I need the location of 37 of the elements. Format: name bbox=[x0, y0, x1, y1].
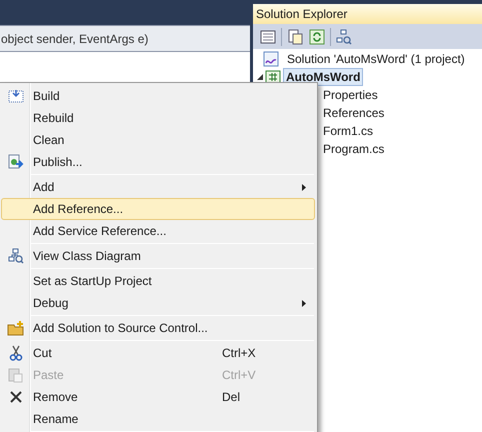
tree-item[interactable]: Program.cs bbox=[320, 140, 388, 158]
class-diagram-icon bbox=[8, 248, 24, 264]
tree-item[interactable]: AutoMsWord bbox=[283, 68, 364, 86]
menu-item[interactable]: Publish... bbox=[1, 151, 315, 173]
solution-icon bbox=[263, 51, 279, 67]
menu-item[interactable]: Cut Ctrl+X bbox=[1, 342, 315, 364]
submenu-arrow-icon bbox=[302, 300, 306, 306]
menu-item[interactable]: Add Solution to Source Control... bbox=[1, 317, 315, 339]
csharp-project-icon bbox=[265, 69, 281, 85]
menu-item[interactable]: Build bbox=[1, 85, 315, 107]
submenu-arrow-icon bbox=[302, 184, 306, 190]
menu-item[interactable]: Add Service Reference... bbox=[1, 220, 315, 242]
tree-item[interactable]: Form1.cs bbox=[320, 122, 376, 140]
refresh-icon[interactable] bbox=[308, 28, 326, 46]
publish-icon bbox=[8, 154, 24, 170]
menu-item[interactable]: Set as StartUp Project bbox=[1, 270, 315, 292]
delete-icon bbox=[9, 390, 23, 404]
class-diagram-icon[interactable] bbox=[335, 28, 353, 46]
menu-item[interactable]: Add bbox=[1, 176, 315, 198]
show-all-files-icon[interactable] bbox=[286, 28, 304, 46]
properties-icon[interactable] bbox=[259, 28, 277, 46]
tree-item[interactable]: Solution 'AutoMsWord' (1 project) bbox=[284, 50, 468, 68]
tree-item[interactable]: Properties bbox=[320, 86, 381, 104]
paste-icon bbox=[8, 367, 24, 383]
menu-item[interactable]: Debug bbox=[1, 292, 315, 314]
menu-item[interactable]: Rebuild bbox=[1, 107, 315, 129]
menu-item[interactable]: Remove Del bbox=[1, 386, 315, 408]
scissors-icon bbox=[9, 345, 23, 361]
menu-item[interactable]: Add Reference... bbox=[1, 198, 315, 220]
menu-item[interactable]: View Class Diagram bbox=[1, 245, 315, 267]
expander-icon[interactable] bbox=[257, 74, 263, 80]
folder-plus-icon bbox=[7, 320, 25, 336]
menu-item[interactable]: Clean bbox=[1, 129, 315, 151]
tree-item[interactable]: References bbox=[320, 104, 388, 122]
panel-title: Solution Explorer bbox=[253, 4, 482, 24]
menu-item[interactable]: Rename bbox=[1, 408, 315, 430]
build-icon bbox=[8, 88, 24, 104]
